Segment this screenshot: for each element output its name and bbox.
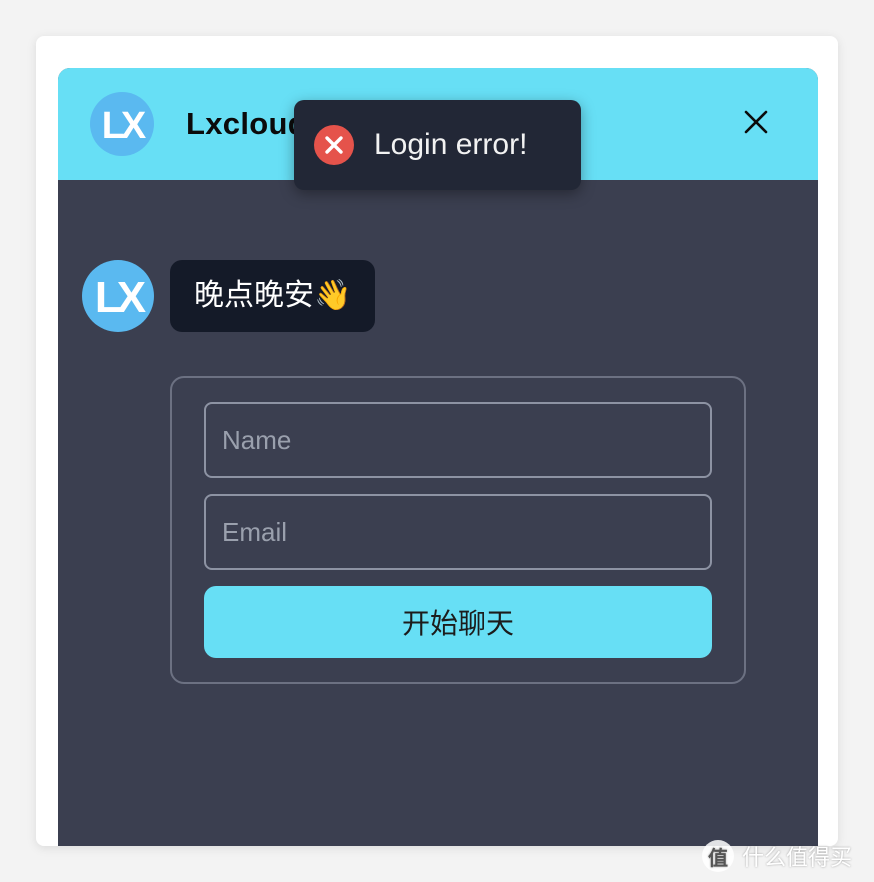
name-input[interactable]: [204, 402, 712, 478]
error-toast: Login error!: [294, 100, 581, 190]
watermark-logo-icon: 值: [702, 840, 734, 872]
watermark-text: 什么值得买: [742, 845, 853, 870]
email-input[interactable]: [204, 494, 712, 570]
brand-logo-text: LX: [102, 105, 147, 147]
contact-form: 开始聊天: [170, 376, 746, 684]
start-chat-button[interactable]: 开始聊天: [204, 586, 712, 658]
watermark: 值 什么值得买: [702, 836, 852, 876]
brand-name: Lxcloud: [186, 106, 307, 141]
close-icon: [744, 110, 768, 134]
bot-avatar: LX: [82, 260, 154, 332]
error-x-icon: [314, 125, 354, 165]
toast-message: Login error!: [374, 128, 528, 161]
bot-avatar-text: LX: [95, 273, 146, 322]
brand-logo: LX: [90, 92, 154, 156]
greeting-bubble: 晚点晚安👋: [170, 260, 376, 332]
close-button[interactable]: [742, 108, 770, 136]
